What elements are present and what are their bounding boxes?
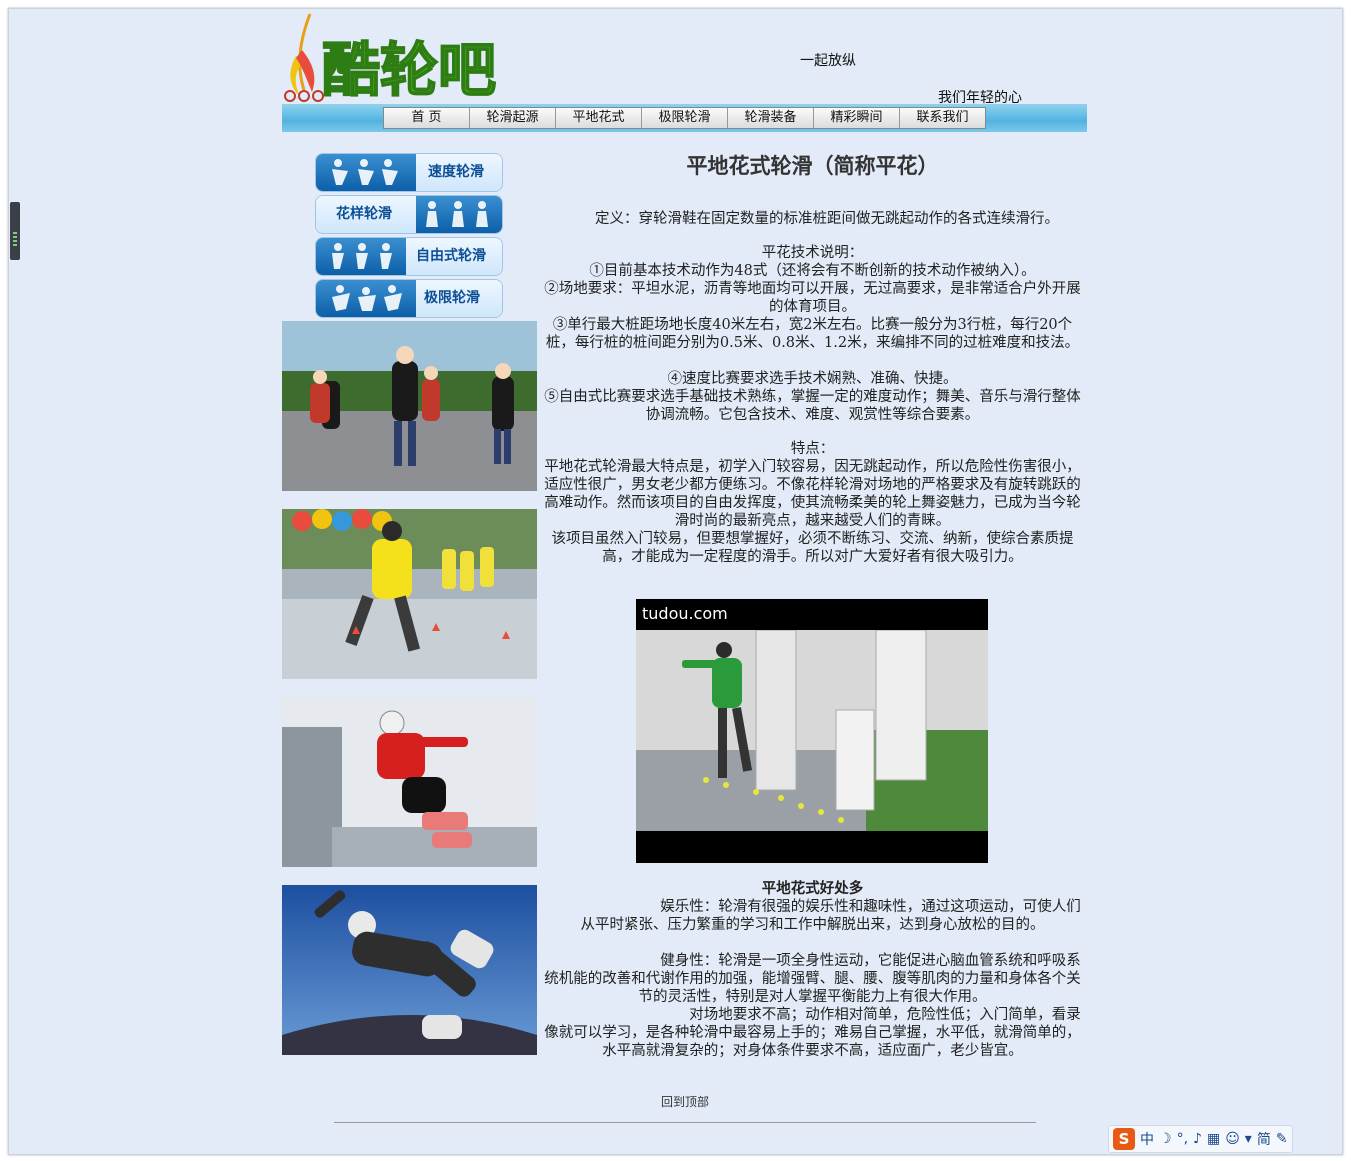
tech-point-2: ②场地要求：平坦水泥，沥青等地面均可以开展，无过高要求，是非常适合户外开展的体育… xyxy=(544,281,1081,315)
skin-icon[interactable]: ▾ xyxy=(1245,1131,1252,1147)
nav-highlights[interactable]: 精彩瞬间 xyxy=(814,108,900,128)
nav-equipment[interactable]: 轮滑装备 xyxy=(728,108,814,128)
tech-point-3: ③单行最大桩距场地长度40米左右，宽2米左右。比赛一般分为3行桩，每行20个桩，… xyxy=(545,317,1080,351)
tech-point-5: ⑤自由式比赛要求选手基础技术熟练，掌握一定的难度动作；舞美、音乐与滑行整体协调流… xyxy=(544,389,1081,423)
sidebar-freestyle-skating[interactable]: 自由式轮滑 xyxy=(315,237,503,276)
skater-silhouettes-icon xyxy=(332,159,398,185)
user-icon[interactable]: ☺ xyxy=(1225,1131,1240,1147)
page-title: 平地花式轮滑（简称平花） xyxy=(686,153,939,178)
feature-paragraph-1: 平地花式轮滑最大特点是，初学入门较容易，因无跳起动作，所以危险性伤害很小，适应性… xyxy=(544,459,1081,529)
wrench-icon[interactable]: ✎ xyxy=(1276,1131,1288,1147)
video-brand: tudou.com xyxy=(642,604,728,623)
sidebar-label: 花样轮滑 xyxy=(336,206,392,222)
microphone-icon[interactable]: ♪ xyxy=(1193,1131,1202,1147)
skater-silhouettes-icon xyxy=(426,201,488,227)
nav-extreme[interactable]: 极限轮滑 xyxy=(642,108,728,128)
keyboard-icon[interactable]: ▦ xyxy=(1207,1131,1220,1147)
sidebar-label: 速度轮滑 xyxy=(428,164,484,180)
feature-heading: 特点： xyxy=(790,441,835,457)
photo-cone-slalom xyxy=(282,509,537,679)
ime-simplified-toggle[interactable]: 简 xyxy=(1257,1129,1271,1149)
benefit-fitness: 健身性：轮滑是一项全身性运动，它能促进心脑血管系统和呼吸系统机能的改善和代谢作用… xyxy=(544,953,1081,1005)
side-panel-handle[interactable] xyxy=(10,202,20,260)
sidebar-label: 自由式轮滑 xyxy=(416,248,486,264)
photo-group-skating-street xyxy=(282,321,537,491)
nav-origin[interactable]: 轮滑起源 xyxy=(470,108,556,128)
main-nav: 首 页 轮滑起源 平地花式 极限轮滑 轮滑装备 精彩瞬间 联系我们 xyxy=(383,107,986,129)
nav-contact[interactable]: 联系我们 xyxy=(900,108,985,128)
sidebar-speed-skating[interactable]: 速度轮滑 xyxy=(315,153,503,192)
footer-divider xyxy=(334,1122,1036,1123)
site-logo[interactable]: 酷轮吧 xyxy=(282,10,518,105)
sogou-logo-icon[interactable]: S xyxy=(1113,1128,1135,1150)
feature-paragraph-2: 该项目虽然入门较易，但要想掌握好，必须不断练习、交流、纳新，使综合素质提高，才能… xyxy=(551,531,1074,565)
sidebar-figure-skating[interactable]: 花样轮滑 xyxy=(315,195,503,234)
definition-text: 定义：穿轮滑鞋在固定数量的标准桩距间做无跳起动作的各式连续滑行。 xyxy=(595,211,1059,227)
sidebar-extreme-skating[interactable]: 极限轮滑 xyxy=(315,279,503,318)
tech-point-1: ①目前基本技术动作为48式（还将会有不断创新的技术动作被纳入）。 xyxy=(589,263,1036,279)
slogan-line-1: 一起放纵 xyxy=(800,53,856,69)
nav-flat-freestyle[interactable]: 平地花式 xyxy=(556,108,642,128)
skater-silhouettes-icon xyxy=(332,285,402,311)
skater-silhouettes-icon xyxy=(332,243,392,269)
benefits-heading: 平地花式好处多 xyxy=(761,880,864,897)
tech-point-4: ④速度比赛要求选手技术娴熟、准确、快捷。 xyxy=(667,371,958,387)
ime-language-mode[interactable]: 中 xyxy=(1140,1129,1154,1149)
logo-wordmark: 酷轮吧 xyxy=(322,36,496,102)
video-frame xyxy=(636,630,988,831)
sidebar-label: 极限轮滑 xyxy=(424,290,480,306)
photo-halfpipe-grab xyxy=(282,885,537,1055)
back-to-top-link[interactable]: 回到顶部 xyxy=(540,1093,830,1110)
punctuation-icon[interactable]: °, xyxy=(1177,1131,1188,1147)
photo-aerial-jump xyxy=(282,697,537,867)
benefit-entertainment: 娱乐性：轮滑有很强的娱乐性和趣味性，通过这项运动，可使人们从平时紧张、压力繁重的… xyxy=(580,899,1081,933)
tech-heading: 平花技术说明： xyxy=(761,245,864,261)
video-player[interactable]: tudou.com xyxy=(636,599,988,863)
nav-home[interactable]: 首 页 xyxy=(384,108,470,128)
benefit-accessibility: 对场地要求不高；动作相对简单，危险性低；入门简单，看录像就可以学习，是各种轮滑中… xyxy=(544,1007,1081,1059)
moon-icon[interactable]: ☽ xyxy=(1159,1131,1172,1147)
ime-toolbar: S 中 ☽ °, ♪ ▦ ☺ ▾ 简 ✎ xyxy=(1108,1125,1293,1153)
